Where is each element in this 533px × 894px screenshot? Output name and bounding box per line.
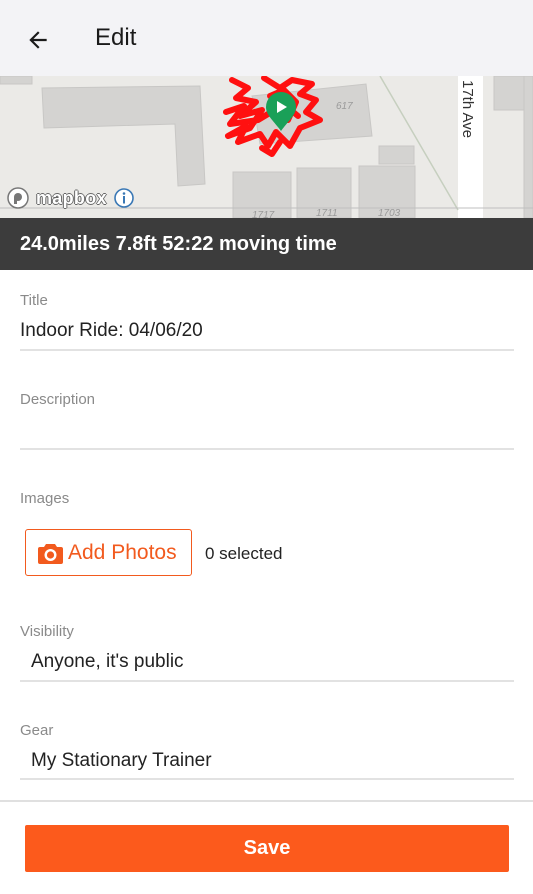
visibility-label: Visibility (20, 623, 74, 640)
street-label: 17th Ave (458, 80, 478, 150)
building-number: 617 (336, 101, 353, 112)
save-label: Save (243, 837, 291, 859)
building-number: 1703 (378, 208, 401, 218)
title-label: Title (20, 292, 48, 309)
activity-stats: 24.0miles 7.8ft 52:22 moving time (20, 233, 337, 255)
title-input-underline (20, 349, 514, 351)
camera-icon (38, 543, 63, 564)
add-photos-button[interactable]: Add Photos (25, 529, 192, 576)
add-photos-label: Add Photos (68, 540, 177, 564)
activity-stats-bar: 24.0miles 7.8ft 52:22 moving time (0, 218, 533, 270)
gear-label: Gear (20, 722, 54, 739)
description-input-underline (20, 448, 514, 450)
images-label: Images (20, 490, 70, 507)
mapbox-text: mapbox (36, 187, 107, 208)
info-icon[interactable] (113, 187, 135, 209)
gear-select[interactable]: My Stationary Trainer (31, 750, 212, 772)
mapbox-attribution: mapbox (6, 186, 135, 210)
mapbox-logo-icon (7, 187, 29, 209)
visibility-select[interactable]: Anyone, it's public (31, 651, 184, 673)
gear-underline (20, 778, 514, 780)
building-number: 1711 (316, 208, 338, 218)
description-label: Description (20, 391, 96, 408)
selected-count: 0 selected (205, 544, 283, 563)
street-label-text: 17th Ave (459, 80, 476, 139)
back-button[interactable] (18, 20, 58, 60)
page-title: Edit (95, 24, 137, 51)
building-number: 1717 (252, 210, 275, 218)
save-button[interactable]: Save (25, 825, 509, 872)
footer-divider (0, 800, 533, 802)
route-map[interactable]: 617 1717 1711 1703 mapbox 17th Ave (0, 76, 533, 218)
visibility-underline (20, 680, 514, 682)
app-bar: Edit (0, 0, 533, 76)
arrow-left-icon (29, 31, 47, 49)
description-input[interactable] (20, 418, 514, 444)
title-input[interactable]: Indoor Ride: 04/06/20 (20, 320, 203, 342)
